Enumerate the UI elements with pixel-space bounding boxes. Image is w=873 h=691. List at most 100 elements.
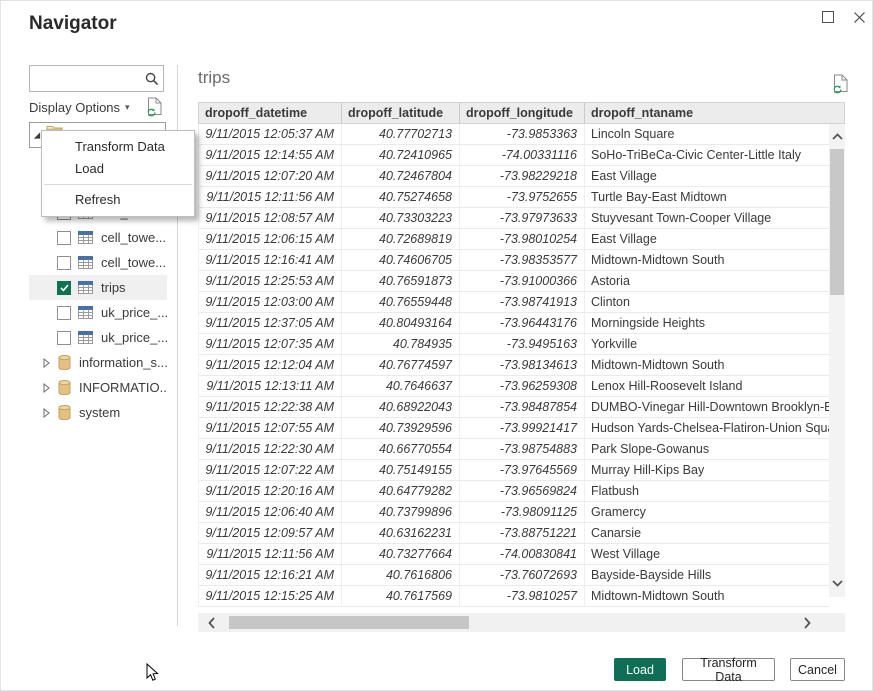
cell-dropoff-datetime: 9/11/2015 12:22:30 AM	[199, 439, 342, 459]
table-row: 9/11/2015 12:22:30 AM40.66770554-73.9875…	[199, 439, 829, 460]
table-row: 9/11/2015 12:15:25 AM40.7617569-73.98102…	[199, 586, 829, 607]
menu-item-load[interactable]: Load	[42, 158, 194, 180]
close-glyph	[853, 11, 866, 24]
table-row: 9/11/2015 12:16:41 AM40.74606705-73.9835…	[199, 250, 829, 271]
cancel-button[interactable]: Cancel	[790, 658, 845, 681]
cell-dropoff-datetime: 9/11/2015 12:11:56 AM	[199, 187, 342, 207]
cell-dropoff-longitude: -73.96443176	[460, 313, 585, 333]
scroll-down-icon[interactable]	[829, 575, 845, 591]
table-icon	[78, 331, 93, 344]
table-row: 9/11/2015 12:07:55 AM40.73929596-73.9992…	[199, 418, 829, 439]
checkbox[interactable]	[57, 306, 71, 320]
tree-item-system[interactable]: system	[29, 400, 167, 425]
close-icon[interactable]	[850, 8, 868, 26]
tree-item-informatio[interactable]: INFORMATIO...	[29, 375, 167, 400]
refresh-preview-icon[interactable]	[146, 97, 163, 118]
search-input[interactable]	[30, 66, 141, 91]
table-row: 9/11/2015 12:14:55 AM40.72410965-74.0033…	[199, 145, 829, 166]
load-button[interactable]: Load	[614, 658, 666, 681]
cell-dropoff-ntaname: Canarsie	[585, 523, 830, 543]
cell-dropoff-latitude: 40.7617569	[342, 586, 460, 606]
cell-dropoff-latitude: 40.77702713	[342, 124, 460, 144]
preview-title: trips	[198, 68, 230, 88]
cell-dropoff-longitude: -73.98754883	[460, 439, 585, 459]
cell-dropoff-ntaname: East Village	[585, 229, 830, 249]
cell-dropoff-longitude: -73.98487854	[460, 397, 585, 417]
cell-dropoff-datetime: 9/11/2015 12:13:11 AM	[199, 376, 342, 396]
expander-collapsed-icon[interactable]	[43, 358, 51, 368]
cell-dropoff-ntaname: DUMBO-Vinegar Hill-Downtown Brooklyn-Boe…	[585, 397, 830, 417]
tree-item-trips[interactable]: trips	[29, 275, 167, 300]
cell-dropoff-ntaname: Morningside Heights	[585, 313, 830, 333]
expander-collapsed-icon[interactable]	[43, 408, 51, 418]
cell-dropoff-datetime: 9/11/2015 12:06:40 AM	[199, 502, 342, 522]
scroll-left-icon[interactable]	[202, 613, 220, 632]
display-options-dropdown[interactable]: Display Options ▾	[29, 100, 130, 115]
horizontal-scrollbar-thumb[interactable]	[229, 616, 469, 629]
cell-dropoff-ntaname: Stuyvesant Town-Cooper Village	[585, 208, 830, 228]
maximize-icon[interactable]	[819, 8, 837, 26]
refresh-preview-icon[interactable]	[832, 74, 849, 95]
cell-dropoff-latitude: 40.72410965	[342, 145, 460, 165]
tree-item-uk-price[interactable]: uk_price_...	[29, 325, 167, 350]
cell-dropoff-datetime: 9/11/2015 12:06:15 AM	[199, 229, 342, 249]
checkbox-checked[interactable]	[57, 281, 71, 295]
cell-dropoff-latitude: 40.76591873	[342, 271, 460, 291]
cell-dropoff-longitude: -73.98741913	[460, 292, 585, 312]
menu-item-refresh[interactable]: Refresh	[42, 189, 194, 211]
cell-dropoff-latitude: 40.75149155	[342, 460, 460, 480]
table-row: 9/11/2015 12:06:40 AM40.73799896-73.9809…	[199, 502, 829, 523]
menu-item-transform-data[interactable]: Transform Data	[42, 136, 194, 158]
tree-item-label: INFORMATIO...	[79, 380, 167, 395]
cell-dropoff-ntaname: East Village	[585, 166, 830, 186]
checkbox[interactable]	[57, 331, 71, 345]
cell-dropoff-latitude: 40.64779282	[342, 481, 460, 501]
cell-dropoff-datetime: 9/11/2015 12:14:55 AM	[199, 145, 342, 165]
vertical-scrollbar[interactable]	[829, 124, 845, 597]
cell-dropoff-ntaname: Lincoln Square	[585, 124, 830, 144]
horizontal-scrollbar[interactable]	[198, 613, 845, 632]
cell-dropoff-longitude: -73.9752655	[460, 187, 585, 207]
tree-item-cell-towe[interactable]: cell_towe...	[29, 225, 167, 250]
expander-expanded-icon[interactable]	[33, 131, 41, 140]
cell-dropoff-longitude: -73.97973633	[460, 208, 585, 228]
maximize-glyph	[822, 11, 834, 23]
expander-collapsed-icon[interactable]	[43, 383, 51, 393]
scroll-up-icon[interactable]	[829, 128, 845, 144]
cell-dropoff-latitude: 40.80493164	[342, 313, 460, 333]
checkbox[interactable]	[57, 256, 71, 270]
cell-dropoff-ntaname: Midtown-Midtown South	[585, 586, 830, 606]
cell-dropoff-datetime: 9/11/2015 12:12:04 AM	[199, 355, 342, 375]
search-icon[interactable]	[141, 72, 163, 86]
column-header-dropoff-latitude: dropoff_latitude	[342, 103, 460, 123]
table-row: 9/11/2015 12:20:16 AM40.64779282-73.9656…	[199, 481, 829, 502]
cell-dropoff-longitude: -74.00830841	[460, 544, 585, 564]
cell-dropoff-latitude: 40.72467804	[342, 166, 460, 186]
tree-item-cell-towe[interactable]: cell_towe...	[29, 250, 167, 275]
cell-dropoff-longitude: -73.98229218	[460, 166, 585, 186]
table-row: 9/11/2015 12:09:57 AM40.63162231-73.8875…	[199, 523, 829, 544]
cell-dropoff-ntaname: Lenox Hill-Roosevelt Island	[585, 376, 830, 396]
checkbox[interactable]	[57, 231, 71, 245]
cell-dropoff-longitude: -73.96569824	[460, 481, 585, 501]
table-row: 9/11/2015 12:11:56 AM40.75274658-73.9752…	[199, 187, 829, 208]
tree-item-label: information_s...	[79, 355, 167, 370]
cell-dropoff-longitude: -73.97645569	[460, 460, 585, 480]
cell-dropoff-ntaname: Murray Hill-Kips Bay	[585, 460, 830, 480]
cell-dropoff-latitude: 40.76559448	[342, 292, 460, 312]
cell-dropoff-datetime: 9/11/2015 12:07:55 AM	[199, 418, 342, 438]
tree-item-uk-price[interactable]: uk_price_...	[29, 300, 167, 325]
cell-dropoff-ntaname: Midtown-Midtown South	[585, 355, 830, 375]
scroll-right-icon[interactable]	[798, 613, 816, 632]
cell-dropoff-latitude: 40.73303223	[342, 208, 460, 228]
cell-dropoff-longitude: -73.91000366	[460, 271, 585, 291]
transform-data-button[interactable]: Transform Data	[682, 658, 775, 681]
vertical-scrollbar-thumb[interactable]	[830, 149, 844, 295]
data-preview-table: dropoff_datetimedropoff_latitudedropoff_…	[198, 102, 845, 607]
tree-item-information-s[interactable]: information_s...	[29, 350, 167, 375]
cell-dropoff-datetime: 9/11/2015 12:07:22 AM	[199, 460, 342, 480]
cell-dropoff-longitude: -73.98010254	[460, 229, 585, 249]
cell-dropoff-ntaname: Flatbush	[585, 481, 830, 501]
table-row: 9/11/2015 12:06:15 AM40.72689819-73.9801…	[199, 229, 829, 250]
column-header-dropoff-longitude: dropoff_longitude	[460, 103, 585, 123]
